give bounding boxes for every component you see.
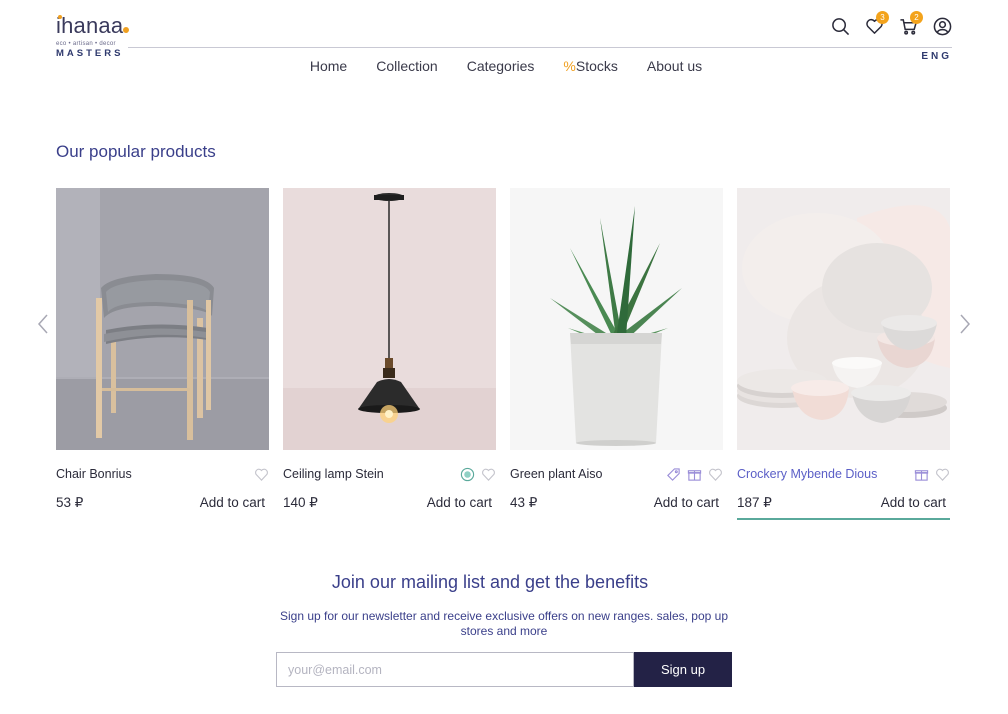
wishlist-button[interactable]: 3 [864,11,889,38]
logo-wordmark: ihanaa [56,14,136,38]
newsletter-description: Sign up for our newsletter and receive e… [279,609,729,638]
product-image-lamp[interactable] [283,188,496,450]
user-icon [933,17,951,35]
product-price: 53 ₽ [56,495,84,510]
tag-icon [667,468,680,481]
product-name[interactable]: Crockery Mybende Dious [737,467,877,481]
chevron-left-icon [37,314,48,334]
nav-about[interactable]: About us [647,58,702,74]
logo-name: ihanaa [56,13,124,38]
heart-icon[interactable] [935,467,950,482]
product-card[interactable]: Ceiling lamp Stein 140 ₽ Add to cart [283,188,496,510]
email-field[interactable] [276,652,634,687]
newsletter-title: Join our mailing list and get the benefi… [0,572,1008,593]
chevron-right-icon [960,314,971,334]
product-carousel: Chair Bonrius 53 ₽ Add to cart Ceiling l… [56,188,950,520]
product-price: 140 ₽ [283,495,318,510]
add-to-cart-button[interactable]: Add to cart [654,495,719,510]
nav-home[interactable]: Home [310,58,347,74]
product-badges [666,467,723,482]
header-actions: 3 2 [830,11,952,38]
add-to-cart-button[interactable]: Add to cart [200,495,265,510]
carousel-next-button[interactable] [958,313,972,335]
add-to-cart-button[interactable]: Add to cart [881,495,946,510]
product-price: 43 ₽ [510,495,538,510]
search-button[interactable] [830,14,850,38]
logo-tagline: eco • artisan • decor [56,41,116,47]
product-badges [460,467,496,482]
heart-icon[interactable] [708,467,723,482]
account-button[interactable] [932,14,952,38]
nav-categories[interactable]: Categories [467,58,535,74]
nav-stocks[interactable]: %Stocks [563,58,617,74]
add-to-cart-button[interactable]: Add to cart [427,495,492,510]
logo-dot [58,15,62,19]
gift-icon [687,470,702,481]
product-card[interactable]: Crockery Mybende Dious 187 ₽ Add to cart [737,188,950,520]
product-name[interactable]: Chair Bonrius [56,467,132,481]
wishlist-count-badge: 3 [876,11,889,24]
nav-collection[interactable]: Collection [376,58,437,74]
gift-icon [914,470,929,481]
brand-logo[interactable]: ihanaa eco • artisan • decor MASTERS [56,14,136,59]
product-name[interactable]: Ceiling lamp Stein [283,467,384,481]
signup-button[interactable]: Sign up [634,652,732,687]
product-badges [254,467,269,482]
search-icon [831,17,849,35]
carousel-prev-button[interactable] [36,313,50,335]
product-badges [914,467,950,482]
eco-icon [460,467,475,482]
header-divider [128,47,952,48]
heart-icon[interactable] [254,467,269,482]
hover-underline [737,518,950,520]
section-title: Our popular products [56,142,216,161]
cart-count-badge: 2 [910,11,923,24]
stocks-percent-icon: % [563,58,576,74]
product-image-chair[interactable] [56,188,269,450]
product-card[interactable]: Chair Bonrius 53 ₽ Add to cart [56,188,269,510]
product-price: 187 ₽ [737,495,772,510]
product-name[interactable]: Green plant Aiso [510,467,602,481]
product-card[interactable]: Green plant Aiso 43 ₽ Add to cart [510,188,723,510]
nav-stocks-label: Stocks [575,58,618,74]
main-nav: Home Collection Categories %Stocks About… [0,58,1008,74]
newsletter-title-text: Join our mailing list and get the benefi… [331,572,649,592]
logo-accent-dot [123,27,129,33]
product-image-crockery[interactable] [737,188,950,450]
heart-icon[interactable] [481,467,496,482]
cart-button[interactable]: 2 [898,11,923,38]
product-image-plant[interactable] [510,188,723,450]
